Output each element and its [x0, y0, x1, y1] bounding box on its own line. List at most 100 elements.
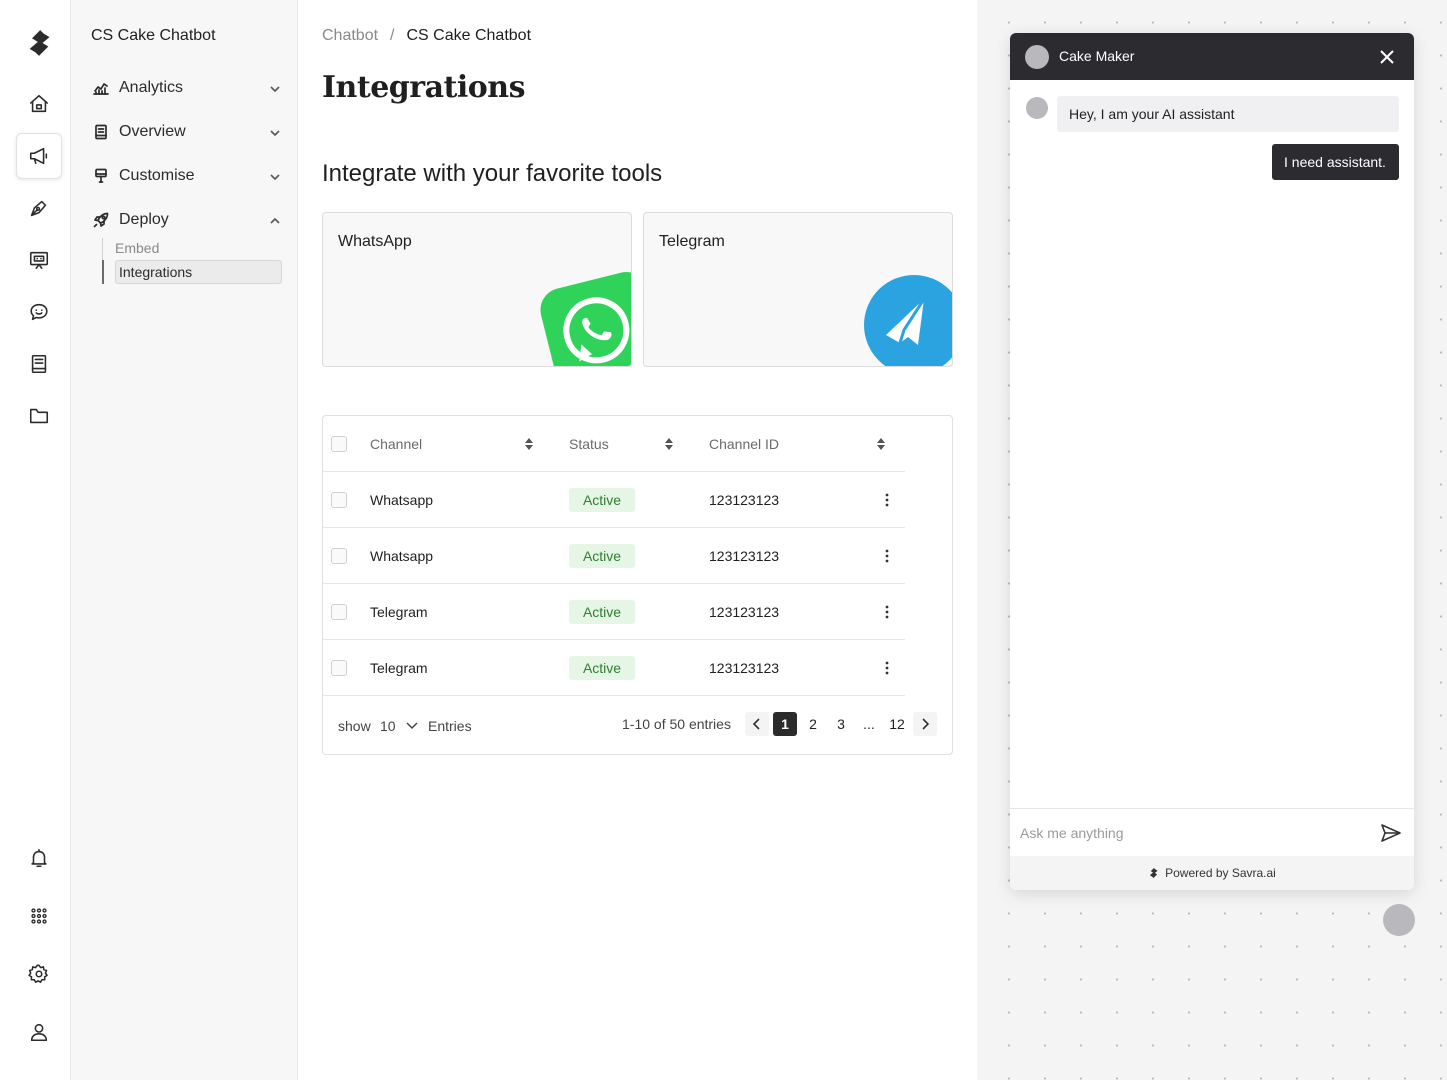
powered-by-text[interactable]: Powered by Savra.ai	[1165, 866, 1276, 880]
user-profile-icon[interactable]	[16, 1009, 62, 1055]
sort-icon[interactable]	[877, 437, 885, 450]
chevron-right-icon	[922, 718, 930, 730]
chat-preview-area: Cake Maker Hey, I am your AI assistant I…	[977, 0, 1447, 1080]
page-size-select[interactable]: 10	[380, 718, 396, 734]
powered-by-footer: Powered by Savra.ai	[1010, 856, 1414, 890]
chat-message-input[interactable]	[1020, 823, 1360, 843]
breadcrumb-parent-link[interactable]: Chatbot	[322, 27, 378, 45]
sidebar-item-analytics[interactable]: Analytics	[91, 76, 281, 100]
next-page-button[interactable]	[913, 712, 937, 736]
section-title: Integrate with your favorite tools	[322, 160, 663, 187]
whatsapp-logo-icon	[540, 271, 631, 366]
chevron-up-icon	[269, 214, 281, 226]
sidebar-item-label: Customise	[119, 167, 195, 184]
status-badge: Active	[569, 544, 635, 568]
more-options-icon[interactable]	[885, 661, 889, 675]
table-row[interactable]: Whatsapp Active 123123123	[323, 472, 905, 528]
settings-gear-icon[interactable]	[16, 951, 62, 997]
table-header-row: Channel Status Channel ID	[323, 416, 905, 472]
chevron-down-icon	[269, 126, 281, 138]
row-checkbox[interactable]	[331, 548, 347, 564]
cell-channel-id: 123123123	[709, 548, 780, 564]
sort-icon[interactable]	[665, 437, 673, 450]
sidebar-subitem-integrations[interactable]: Integrations	[115, 260, 282, 284]
chat-smile-icon[interactable]	[16, 289, 62, 335]
more-options-icon[interactable]	[885, 493, 889, 507]
bot-screen-icon[interactable]	[16, 237, 62, 283]
cell-channel: Telegram	[370, 660, 428, 676]
chart-icon	[91, 78, 111, 98]
card-label: Telegram	[659, 233, 725, 250]
chat-widget: Cake Maker Hey, I am your AI assistant I…	[1010, 33, 1414, 890]
app-logo-icon[interactable]	[16, 20, 62, 66]
home-icon[interactable]	[16, 81, 62, 127]
apps-grid-icon[interactable]	[16, 893, 62, 939]
avatar	[1025, 45, 1049, 69]
icon-rail	[0, 0, 71, 1080]
entries-label: Entries	[428, 718, 472, 734]
secondary-sidebar: CS Cake Chatbot Analytics Overview Custo…	[71, 0, 298, 1080]
breadcrumb-separator: /	[390, 27, 395, 44]
document-icon	[91, 122, 111, 142]
prev-page-button[interactable]	[745, 712, 769, 736]
row-checkbox[interactable]	[331, 604, 347, 620]
cell-channel-id: 123123123	[709, 492, 780, 508]
page-title: Integrations	[322, 70, 525, 105]
chevron-down-icon	[269, 82, 281, 94]
cell-channel: Telegram	[370, 604, 428, 620]
column-header-status[interactable]: Status	[569, 436, 609, 452]
sidebar-title: CS Cake Chatbot	[91, 27, 216, 44]
select-all-checkbox[interactable]	[331, 436, 347, 452]
channels-table: Channel Status Channel ID Whatsapp Activ…	[322, 415, 953, 755]
page-button-12[interactable]: 12	[885, 712, 909, 736]
brush-icon	[91, 166, 111, 186]
integration-card-whatsapp[interactable]: WhatsApp	[322, 212, 632, 367]
status-badge: Active	[569, 656, 635, 680]
column-header-channel-id[interactable]: Channel ID	[709, 436, 779, 452]
chat-launcher-button[interactable]	[1383, 904, 1415, 936]
megaphone-icon[interactable]	[16, 133, 62, 179]
sidebar-item-customise[interactable]: Customise	[91, 164, 281, 188]
close-icon[interactable]	[1378, 48, 1396, 66]
pen-tool-icon[interactable]	[16, 185, 62, 231]
chat-input-bar	[1010, 808, 1414, 856]
row-checkbox[interactable]	[331, 492, 347, 508]
folder-icon[interactable]	[16, 393, 62, 439]
chevron-down-icon	[269, 170, 281, 182]
breadcrumb-current: CS Cake Chatbot	[406, 27, 532, 44]
send-icon[interactable]	[1380, 823, 1402, 843]
main-content: Chatbot / CS Cake Chatbot Integrations I…	[298, 0, 977, 1080]
user-message: I need assistant.	[1272, 144, 1399, 180]
chat-bot-name: Cake Maker	[1059, 48, 1135, 64]
table-row[interactable]: Telegram Active 123123123	[323, 584, 905, 640]
cell-channel: Whatsapp	[370, 492, 434, 508]
page-button-3[interactable]: 3	[829, 712, 853, 736]
rocket-icon	[91, 210, 111, 230]
table-row[interactable]: Whatsapp Active 123123123	[323, 528, 905, 584]
sidebar-item-overview[interactable]: Overview	[91, 120, 281, 144]
chat-header: Cake Maker	[1010, 33, 1414, 80]
table-row[interactable]: Telegram Active 123123123	[323, 640, 905, 696]
sidebar-item-label: Overview	[119, 123, 186, 140]
integration-card-telegram[interactable]: Telegram	[643, 212, 953, 367]
pagination-range-text: 1-10 of 50 entries	[622, 716, 731, 732]
submenu-active-indicator	[102, 260, 104, 284]
bot-message: Hey, I am your AI assistant	[1057, 96, 1399, 132]
sidebar-subitem-embed[interactable]: Embed	[115, 240, 159, 256]
bell-icon[interactable]	[16, 835, 62, 881]
column-header-channel[interactable]: Channel	[370, 436, 422, 452]
sort-icon[interactable]	[525, 437, 533, 450]
table-footer: show 10 Entries 1-10 of 50 entries 1 2 3…	[323, 710, 954, 740]
chevron-down-icon[interactable]	[406, 722, 418, 730]
book-icon[interactable]	[16, 341, 62, 387]
page-button-1[interactable]: 1	[773, 712, 797, 736]
cell-channel-id: 123123123	[709, 604, 780, 620]
sidebar-item-deploy[interactable]: Deploy	[91, 208, 281, 232]
status-badge: Active	[569, 488, 635, 512]
sidebar-item-label: Analytics	[119, 79, 184, 96]
more-options-icon[interactable]	[885, 605, 889, 619]
row-checkbox[interactable]	[331, 660, 347, 676]
page-button-2[interactable]: 2	[801, 712, 825, 736]
status-badge: Active	[569, 600, 635, 624]
more-options-icon[interactable]	[885, 549, 889, 563]
